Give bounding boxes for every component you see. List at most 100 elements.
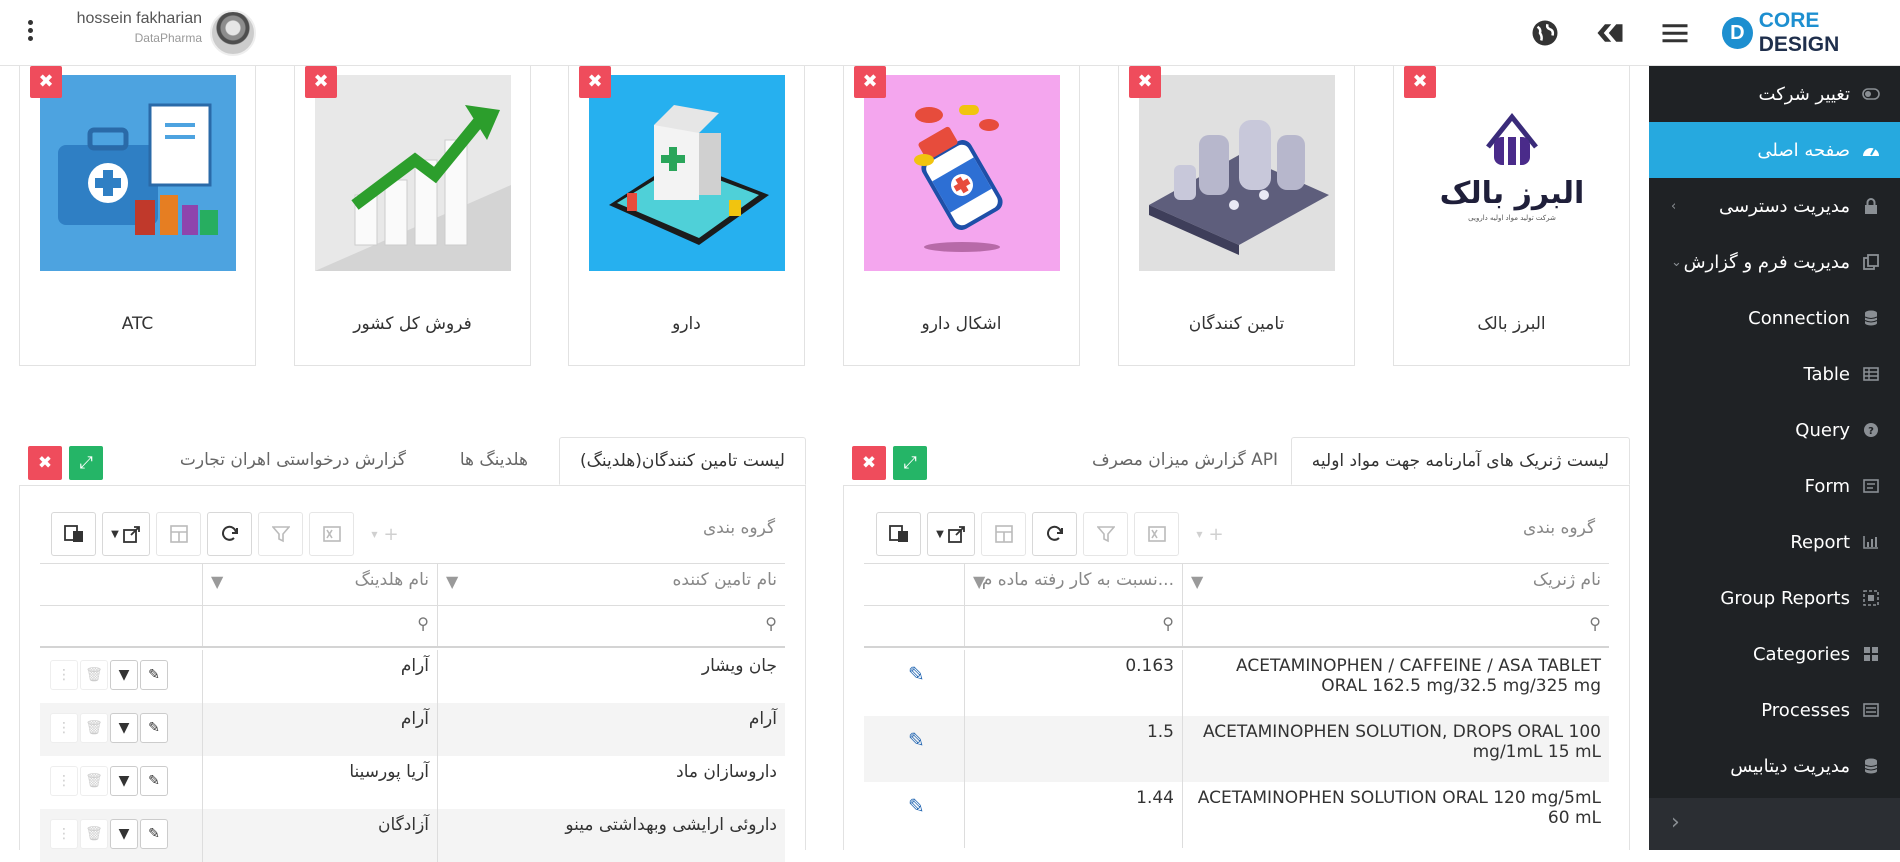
sidebar-item-form[interactable]: Form [1649, 458, 1900, 514]
row-menu-button[interactable]: ⋮ [50, 766, 78, 796]
sidebar-item-categories[interactable]: Categories [1649, 626, 1900, 682]
search-input[interactable]: ⚲ [964, 606, 1182, 646]
search-input[interactable]: ⚲ [1182, 606, 1609, 646]
column-chooser-button[interactable] [51, 512, 96, 556]
card-image-alborz-logo: البرز بالک شرکت تولید مواد اولیه دارویی [1414, 75, 1610, 271]
search-icon: ⚲ [417, 614, 429, 633]
table-row[interactable]: ⋮ 🗑 ▼ ✎ آرام جان ویشار [40, 650, 785, 703]
user-info[interactable]: hossein fakharian DataPharma [62, 10, 202, 45]
sidebar-item-change-company[interactable]: تغییر شرکت [1649, 66, 1900, 122]
hamburger-menu-icon[interactable] [1660, 18, 1690, 48]
table-row[interactable]: ✎ 1.5 ACETAMINOPHEN SOLUTION, DROPS ORAL… [864, 716, 1609, 782]
sidebar-item-database-management[interactable]: مدیریت دیتابیس [1649, 738, 1900, 794]
export-menu-button[interactable]: ▼ [927, 512, 975, 556]
edit-icon[interactable]: ✎ [140, 713, 168, 743]
card-drug-forms[interactable]: اشکال دارو ✖ [843, 66, 1080, 366]
delete-icon[interactable]: 🗑 [80, 713, 108, 743]
kit-icon[interactable] [1595, 18, 1625, 48]
globe-icon[interactable] [1530, 18, 1560, 48]
delete-card-button[interactable]: ✖ [1404, 66, 1436, 98]
column-header-ratio[interactable]: نسبت به کار رفته ماده م... ▼ [964, 564, 1182, 605]
grid-layout-button[interactable] [981, 512, 1026, 556]
caret-down-icon[interactable]: ▼ [110, 766, 138, 796]
delete-card-button[interactable]: ✖ [1129, 66, 1161, 98]
expand-panel-button[interactable]: ⤢ [893, 446, 927, 480]
brand-logo[interactable]: D CORE DESIGN [1722, 9, 1900, 56]
add-menu-button[interactable]: ▼ + [360, 512, 410, 556]
row-menu-button[interactable]: ⋮ [50, 713, 78, 743]
column-chooser-button[interactable] [876, 512, 921, 556]
filter-icon[interactable]: ▼ [211, 572, 223, 591]
sidebar-item-table[interactable]: Table [1649, 346, 1900, 402]
delete-icon[interactable]: 🗑 [80, 819, 108, 849]
edit-icon[interactable]: ✎ [908, 794, 925, 818]
column-header-holding[interactable]: نام هلدینگ ▼ [202, 564, 437, 605]
row-actions: ⋮ 🗑 ▼ ✎ [40, 809, 202, 862]
expand-sidebar-icon[interactable]: › [1671, 810, 1680, 835]
ratio-cell: 0.163 [964, 650, 1182, 716]
excel-export-button[interactable] [309, 512, 354, 556]
edit-icon[interactable]: ✎ [140, 766, 168, 796]
svg-text:البرز بالک: البرز بالک [1440, 176, 1585, 211]
search-input[interactable]: ⚲ [437, 606, 785, 646]
expand-panel-button[interactable]: ⤢ [69, 446, 103, 480]
card-alborz-bulk[interactable]: البرز بالک شرکت تولید مواد اولیه دارویی … [1393, 66, 1630, 366]
excel-export-button[interactable] [1134, 512, 1179, 556]
column-header-supplier[interactable]: نام تامین کننده ▼ [437, 564, 785, 605]
grid-layout-button[interactable] [156, 512, 201, 556]
sidebar-item-group-reports[interactable]: Group Reports [1649, 570, 1900, 626]
edit-icon[interactable]: ✎ [908, 662, 925, 686]
edit-icon[interactable]: ✎ [908, 728, 925, 752]
edit-icon[interactable]: ✎ [140, 819, 168, 849]
close-panel-button[interactable]: ✖ [852, 446, 886, 480]
filter-icon[interactable]: ▼ [446, 572, 458, 591]
avatar[interactable] [210, 10, 256, 56]
sidebar-item-home[interactable]: صفحه اصلی [1649, 122, 1900, 178]
delete-card-button[interactable]: ✖ [854, 66, 886, 98]
sidebar-item-processes[interactable]: Processes [1649, 682, 1900, 738]
close-panel-button[interactable]: ✖ [28, 446, 62, 480]
caret-down-icon[interactable]: ▼ [110, 713, 138, 743]
card-drug[interactable]: دارو ✖ [568, 66, 805, 366]
sidebar-item-query[interactable]: Query ? [1649, 402, 1900, 458]
table-row[interactable]: ⋮ 🗑 ▼ ✎ آرام آرام [40, 703, 785, 756]
sidebar-item-report[interactable]: Report [1649, 514, 1900, 570]
tab-api-consumption[interactable]: گزارش میزان مصرف API [1072, 437, 1298, 485]
card-national-sales[interactable]: فروش کل کشور ✖ [294, 66, 531, 366]
sidebar-item-connection[interactable]: Connection [1649, 290, 1900, 346]
table-row[interactable]: ⋮ 🗑 ▼ ✎ آزادگان داروئی ارایشی وبهداشتی مینو [40, 809, 785, 862]
filter-icon[interactable]: ▼ [973, 572, 985, 591]
add-menu-button[interactable]: ▼ + [1185, 512, 1235, 556]
more-options-icon[interactable] [24, 20, 36, 46]
delete-card-button[interactable]: ✖ [305, 66, 337, 98]
table-row[interactable]: ✎ 1.44 ACETAMINOPHEN SOLUTION ORAL 120 m… [864, 782, 1609, 848]
caret-down-icon[interactable]: ▼ [110, 819, 138, 849]
edit-icon[interactable]: ✎ [140, 660, 168, 690]
delete-card-button[interactable]: ✖ [30, 66, 62, 98]
table-row[interactable]: ✎ 0.163 ACETAMINOPHEN / CAFFEINE / ASA T… [864, 650, 1609, 716]
tab-suppliers-list[interactable]: لیست تامین کنندگان(هلدینگ) [559, 437, 806, 485]
search-input[interactable]: ⚲ [202, 606, 437, 646]
row-menu-button[interactable]: ⋮ [50, 660, 78, 690]
tab-generics-list[interactable]: لیست ژنریک های آمارنامه جهت مواد اولیه [1290, 437, 1630, 485]
filter-button[interactable] [1083, 512, 1128, 556]
column-header-generic[interactable]: نام ژنریک ▼ [1182, 564, 1609, 605]
refresh-button[interactable] [1032, 512, 1077, 556]
tab-holdings[interactable]: هلدینگ ها [440, 437, 548, 485]
filter-button[interactable] [258, 512, 303, 556]
delete-icon[interactable]: 🗑 [80, 766, 108, 796]
sidebar-item-form-report-management[interactable]: ⌄ مدیریت فرم و گزارش [1649, 234, 1900, 290]
tab-ahran-report[interactable]: گزارش درخواستی اهران تجارت [160, 437, 426, 485]
row-menu-button[interactable]: ⋮ [50, 819, 78, 849]
delete-card-button[interactable]: ✖ [579, 66, 611, 98]
holding-cell: آریا پورسینا [202, 756, 437, 809]
filter-icon[interactable]: ▼ [1191, 572, 1203, 591]
caret-down-icon[interactable]: ▼ [110, 660, 138, 690]
export-menu-button[interactable]: ▼ [102, 512, 150, 556]
delete-icon[interactable]: 🗑 [80, 660, 108, 690]
refresh-button[interactable] [207, 512, 252, 556]
card-atc[interactable]: ATC ✖ [19, 66, 256, 366]
sidebar-item-access-management[interactable]: ‹ مدیریت دسترسی [1649, 178, 1900, 234]
table-row[interactable]: ⋮ 🗑 ▼ ✎ آریا پورسینا داروسازان ماد [40, 756, 785, 809]
card-suppliers[interactable]: تامین کنندگان ✖ [1118, 66, 1355, 366]
